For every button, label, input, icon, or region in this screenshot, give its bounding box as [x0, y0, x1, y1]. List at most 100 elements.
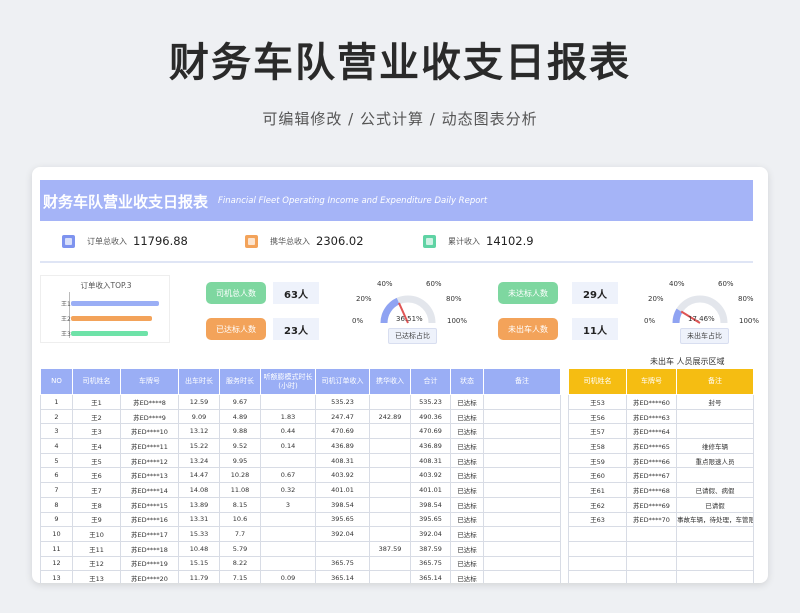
table-cell[interactable]: 11: [40, 540, 73, 557]
table-cell[interactable]: 392.04: [315, 526, 370, 542]
table-cell[interactable]: [568, 555, 627, 572]
table-cell[interactable]: 已请假、病假: [676, 482, 754, 498]
table-cell[interactable]: [369, 423, 411, 440]
table-cell[interactable]: 4.89: [219, 408, 261, 425]
table-cell[interactable]: 苏ED****66: [626, 452, 677, 469]
table-cell[interactable]: [483, 394, 561, 410]
table-cell[interactable]: 13.31: [178, 511, 220, 528]
table-cell[interactable]: 维修车辆: [676, 438, 754, 454]
table-cell[interactable]: 408.31: [410, 452, 451, 469]
table-cell[interactable]: 470.69: [315, 423, 370, 440]
table-cell[interactable]: 已达标: [450, 496, 484, 513]
table-cell[interactable]: [369, 511, 411, 528]
table-cell[interactable]: 436.89: [410, 438, 451, 454]
table-cell[interactable]: 13.12: [178, 423, 220, 440]
table-cell[interactable]: 已达标: [450, 526, 484, 542]
table-cell[interactable]: 401.01: [315, 482, 370, 498]
table-cell[interactable]: 苏ED****64: [626, 423, 677, 440]
table-cell[interactable]: 403.92: [410, 467, 451, 484]
table-cell[interactable]: 苏ED****11: [120, 438, 179, 454]
table-cell[interactable]: 已达标: [450, 540, 484, 557]
table-cell[interactable]: 王63: [568, 511, 627, 528]
table-cell[interactable]: 王7: [72, 482, 121, 498]
table-cell[interactable]: 10.6: [219, 511, 261, 528]
table-cell[interactable]: 苏ED****70: [626, 511, 677, 528]
table-cell[interactable]: 12.59: [178, 394, 220, 410]
table-cell[interactable]: [369, 438, 411, 454]
table-cell[interactable]: 已达标: [450, 555, 484, 572]
table-cell[interactable]: 王11: [72, 540, 121, 557]
table-cell[interactable]: [676, 467, 754, 484]
table-cell[interactable]: [483, 482, 561, 498]
table-cell[interactable]: [483, 496, 561, 513]
table-cell[interactable]: [483, 423, 561, 440]
table-cell[interactable]: 王61: [568, 482, 627, 498]
table-cell[interactable]: 365.75: [315, 555, 370, 572]
table-cell[interactable]: 395.65: [315, 511, 370, 528]
table-cell[interactable]: [626, 570, 677, 583]
table-cell[interactable]: 9.09: [178, 408, 220, 425]
table-cell[interactable]: 7: [40, 482, 73, 498]
table-cell[interactable]: 5.79: [219, 540, 261, 557]
table-cell[interactable]: 387.59: [369, 540, 411, 557]
table-cell[interactable]: 王62: [568, 496, 627, 513]
table-cell[interactable]: 9.88: [219, 423, 261, 440]
table-cell[interactable]: 436.89: [315, 438, 370, 454]
table-cell[interactable]: 0.67: [260, 467, 316, 484]
table-cell[interactable]: [676, 555, 754, 572]
table-cell[interactable]: [369, 394, 411, 410]
table-cell[interactable]: 王8: [72, 496, 121, 513]
table-cell[interactable]: [369, 555, 411, 572]
table-cell[interactable]: 已达标: [450, 438, 484, 454]
table-cell[interactable]: 王59: [568, 452, 627, 469]
table-cell[interactable]: 王5: [72, 452, 121, 469]
table-cell[interactable]: 苏ED****20: [120, 570, 179, 583]
table-cell[interactable]: 9.95: [219, 452, 261, 469]
table-cell[interactable]: [315, 540, 370, 557]
table-cell[interactable]: 苏ED****69: [626, 496, 677, 513]
table-cell[interactable]: [369, 526, 411, 542]
table-cell[interactable]: [568, 526, 627, 542]
table-cell[interactable]: [483, 511, 561, 528]
table-cell[interactable]: [369, 467, 411, 484]
table-cell[interactable]: 535.23: [410, 394, 451, 410]
table-cell[interactable]: 苏ED****15: [120, 496, 179, 513]
table-cell[interactable]: [676, 540, 754, 557]
table-cell[interactable]: [369, 452, 411, 469]
table-cell[interactable]: 封号: [676, 394, 754, 410]
table-cell[interactable]: 5: [40, 452, 73, 469]
table-cell[interactable]: [483, 570, 561, 583]
table-cell[interactable]: 7.7: [219, 526, 261, 542]
table-cell[interactable]: 9.67: [219, 394, 261, 410]
table-cell[interactable]: 2: [40, 408, 73, 425]
table-cell[interactable]: 事故车辆，待处理，车管限速: [676, 511, 754, 528]
table-cell[interactable]: 王58: [568, 438, 627, 454]
table-cell[interactable]: 9.52: [219, 438, 261, 454]
table-cell[interactable]: 4: [40, 438, 73, 454]
table-cell[interactable]: 苏ED****10: [120, 423, 179, 440]
table-cell[interactable]: 7.15: [219, 570, 261, 583]
table-cell[interactable]: 苏ED****67: [626, 467, 677, 484]
table-cell[interactable]: 苏ED****18: [120, 540, 179, 557]
table-cell[interactable]: 395.65: [410, 511, 451, 528]
table-cell[interactable]: 0.44: [260, 423, 316, 440]
table-cell[interactable]: 535.23: [315, 394, 370, 410]
table-cell[interactable]: 14.08: [178, 482, 220, 498]
table-cell[interactable]: [483, 408, 561, 425]
table-cell[interactable]: 0.14: [260, 438, 316, 454]
table-cell[interactable]: [483, 452, 561, 469]
table-cell[interactable]: 王57: [568, 423, 627, 440]
table-cell[interactable]: [260, 452, 316, 469]
table-cell[interactable]: 已达标: [450, 482, 484, 498]
table-cell[interactable]: [568, 570, 627, 583]
table-cell[interactable]: 苏ED****14: [120, 482, 179, 498]
table-cell[interactable]: 苏ED****63: [626, 408, 677, 425]
table-cell[interactable]: 苏ED****17: [120, 526, 179, 542]
table-cell[interactable]: 365.14: [315, 570, 370, 583]
table-cell[interactable]: [260, 526, 316, 542]
table-cell[interactable]: 8: [40, 496, 73, 513]
table-cell[interactable]: 15.22: [178, 438, 220, 454]
table-cell[interactable]: 401.01: [410, 482, 451, 498]
table-cell[interactable]: 10.48: [178, 540, 220, 557]
table-cell[interactable]: 10.28: [219, 467, 261, 484]
